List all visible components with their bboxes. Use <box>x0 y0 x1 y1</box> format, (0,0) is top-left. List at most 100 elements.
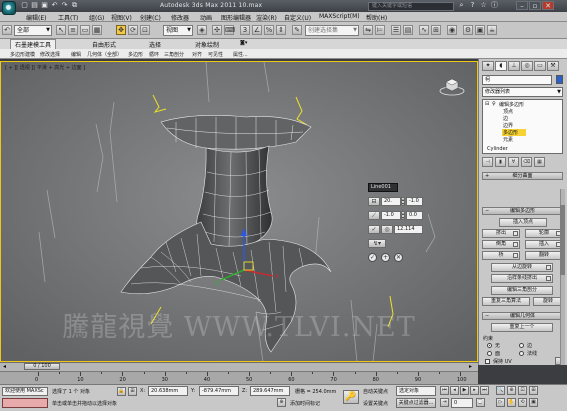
menu-views[interactable]: 视图(V) <box>111 13 132 22</box>
constraint-none-radio[interactable] <box>487 343 492 348</box>
key-filters-button[interactable]: 关键点过滤器... <box>396 398 436 408</box>
minimize-button[interactable]: – <box>516 1 528 10</box>
caddy-apply-icon[interactable]: + <box>381 253 390 262</box>
next-frame-icon[interactable]: ▸ <box>470 386 479 395</box>
caddy-slide-icon[interactable]: ⟋ <box>368 211 380 220</box>
y-coordinate-field[interactable]: -879.47mm <box>199 386 239 396</box>
select-object-icon[interactable]: ↖ <box>56 25 66 35</box>
help-icon[interactable]: ? <box>468 1 477 10</box>
menu-group[interactable]: 组(G) <box>89 13 104 22</box>
retriangulate-button[interactable]: 重复三角算法 <box>482 297 530 306</box>
zoom-icon[interactable]: 🔍 <box>496 386 505 395</box>
field-of-view-icon[interactable]: ▷ <box>496 398 505 407</box>
make-unique-icon[interactable]: ∀ <box>508 157 519 167</box>
tab-object-paint[interactable]: 对象绘制 <box>195 40 219 49</box>
close-button[interactable]: ✕ <box>542 1 554 10</box>
hierarchy-tab-icon[interactable]: ⊥ <box>508 61 520 71</box>
z-coordinate-field[interactable]: 289.647mm <box>250 386 290 396</box>
pivot-center-icon[interactable]: ◈ <box>197 25 207 35</box>
new-file-icon[interactable]: ▢ <box>20 1 29 10</box>
selected-object-dropdown[interactable]: 选定对象 <box>396 386 436 396</box>
extrude-along-spline-button[interactable]: 沿样条线挤出 <box>491 274 553 283</box>
menu-customize[interactable]: 自定义(U) <box>284 13 311 22</box>
insert-vertex-button[interactable]: 插入顶点 <box>499 218 547 227</box>
stack-item-edge[interactable]: 边 <box>503 115 508 122</box>
settings-icon[interactable] <box>513 231 518 236</box>
stack-item-element[interactable]: 元素 <box>503 136 513 143</box>
turn-button[interactable]: 旋转 <box>533 297 563 306</box>
stack-item-edit-poly[interactable]: 编辑多边形 <box>499 101 524 108</box>
stack-item-vertex[interactable]: 顶点 <box>503 108 513 115</box>
panel-properties[interactable]: 属性... <box>233 51 248 58</box>
menu-graph-editors[interactable]: 图形编辑器 <box>221 13 251 22</box>
modify-tab-icon[interactable]: ◖ <box>495 61 507 71</box>
set-key-label[interactable]: 设置关键点 <box>363 400 388 407</box>
bridge-button[interactable]: 桥 <box>482 251 520 260</box>
render-setup-icon[interactable]: ⚙ <box>463 25 473 35</box>
caddy-cancel-icon[interactable]: ✕ <box>394 253 403 262</box>
display-tab-icon[interactable]: ▭ <box>534 61 546 71</box>
object-name-field[interactable]: 柯 <box>482 75 552 85</box>
time-slider-thumb[interactable]: 0 / 100 <box>24 363 60 370</box>
tab-freeform[interactable]: 自由形式 <box>92 40 116 49</box>
caddy-pinch-field[interactable]: -1.0 <box>406 197 423 206</box>
rollout-subdivision[interactable]: + 细分曲面 <box>482 172 563 180</box>
redo-icon[interactable]: ↷ <box>60 1 69 10</box>
stack-item-cylinder[interactable]: Cylinder <box>487 146 508 152</box>
rollout-edit-polygons[interactable]: − 编辑多边形 <box>482 207 563 215</box>
inset-button[interactable]: 插入 <box>525 240 563 249</box>
zoom-extents-icon[interactable]: ⊡ <box>518 386 527 395</box>
orbit-icon[interactable]: ⟲ <box>518 398 527 407</box>
named-selection-dropdown[interactable]: 创建选择集 ▼ <box>305 25 359 36</box>
rendered-frame-icon[interactable]: ▣ <box>475 25 485 35</box>
menu-help[interactable]: 帮助(H) <box>366 13 387 22</box>
zoom-extents-all-icon[interactable]: ⊞ <box>529 386 538 395</box>
pin-stack-icon[interactable]: ⊣ <box>482 157 493 167</box>
settings-icon[interactable] <box>513 253 518 258</box>
select-scale-icon[interactable]: ⊡ <box>140 25 150 35</box>
modifier-stack[interactable]: ⊟ ♀ 编辑多边形 顶点 边 边界 多边形 元素 Cylinder <box>482 99 563 154</box>
pan-icon[interactable]: ✋ <box>507 398 516 407</box>
motion-tab-icon[interactable]: ◎ <box>521 61 533 71</box>
search-input[interactable]: 键入关键字或短语 <box>368 2 454 11</box>
maxscript-input[interactable] <box>2 398 48 408</box>
percent-snap-icon[interactable]: % <box>264 25 274 35</box>
menu-animation[interactable]: 动画 <box>200 13 212 22</box>
maximize-viewport-icon[interactable]: ▣ <box>529 398 538 407</box>
preserve-uv-checkbox[interactable] <box>485 359 490 364</box>
app-logo-icon[interactable] <box>2 1 16 15</box>
time-slider-prev-icon[interactable]: ◂ <box>3 363 6 370</box>
menu-modifiers[interactable]: 修改器 <box>171 13 189 22</box>
panel-polygons[interactable]: 多边形 <box>128 51 143 58</box>
maxscript-listener[interactable]: 欢迎使用 MAXSc <box>2 387 48 396</box>
render-production-icon[interactable]: ☕ <box>487 25 497 35</box>
menu-create[interactable]: 创建(C) <box>140 13 161 22</box>
time-config-icon[interactable]: ⌚ <box>476 398 485 407</box>
create-tab-icon[interactable]: ✦ <box>482 61 494 71</box>
stack-item-border[interactable]: 边界 <box>503 122 513 129</box>
remove-modifier-icon[interactable]: ⌫ <box>521 157 532 167</box>
menu-tools[interactable]: 工具(T) <box>58 13 78 22</box>
settings-icon[interactable] <box>513 242 518 247</box>
caddy-pick-spline-icon[interactable]: ↯▾ <box>368 239 386 248</box>
configure-sets-icon[interactable]: ▦ <box>534 157 545 167</box>
caddy-spinner[interactable]: ▴ ▾ <box>401 197 405 206</box>
absolute-mode-icon[interactable]: ⊞ <box>128 387 137 396</box>
extrude-button[interactable]: 挤出 <box>482 229 520 238</box>
panel-align[interactable]: 对齐 <box>192 51 202 58</box>
schematic-view-icon[interactable]: ⊞ <box>431 25 441 35</box>
reference-coord-dropdown[interactable]: 视图 ▼ <box>163 25 193 36</box>
repeat-last-button[interactable]: 重复上一个 <box>491 323 553 332</box>
panel-edit[interactable]: 编辑 <box>71 51 81 58</box>
undo-button-icon[interactable]: ↶ <box>2 25 12 35</box>
edit-named-sets-icon[interactable]: ✎ <box>292 25 302 35</box>
object-color-swatch[interactable] <box>556 75 563 84</box>
trackbar[interactable]: 0 10 20 30 40 50 60 70 80 90 100 <box>0 371 478 384</box>
add-time-tag-icon[interactable]: ⊕ <box>277 398 286 407</box>
menu-maxscript[interactable]: MAXScript(M) <box>319 13 360 20</box>
tab-selection[interactable]: 选择 <box>149 40 161 49</box>
scrollbar-thumb[interactable] <box>560 205 565 275</box>
modifier-list-dropdown[interactable]: 修改器列表 ▼ <box>482 87 563 97</box>
settings-icon[interactable] <box>546 276 551 281</box>
selection-filter-dropdown[interactable]: 全部 ▼ <box>14 25 52 36</box>
